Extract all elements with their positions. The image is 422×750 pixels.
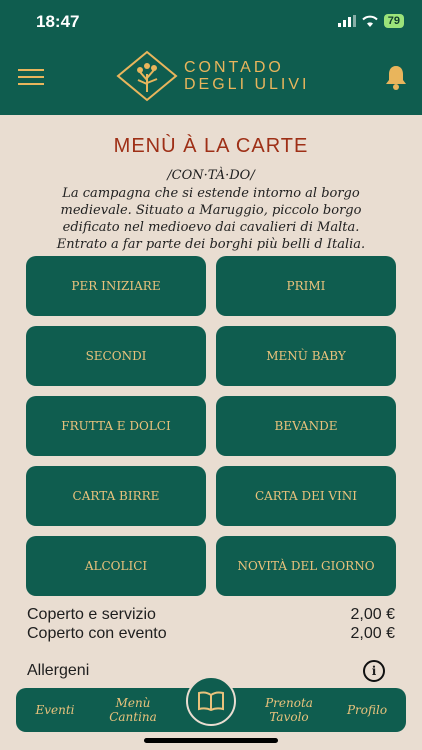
price-row: Coperto con evento 2,00 € bbox=[27, 625, 395, 643]
tab-prenota-tavolo[interactable]: Prenota Tavolo bbox=[252, 688, 326, 732]
main-content: MENÙ À LA CARTE /CON·TÀ·DO/ La campagna … bbox=[0, 115, 422, 750]
menu-button-per-iniziare[interactable]: PER INIZIARE bbox=[26, 256, 206, 316]
description: La campagna che si estende intorno al bo… bbox=[56, 186, 366, 252]
wifi-icon bbox=[362, 15, 378, 27]
book-icon bbox=[198, 691, 224, 711]
price-row: Coperto e servizio 2,00 € bbox=[27, 606, 395, 624]
page-title: MENÙ À LA CARTE bbox=[113, 135, 309, 157]
bell-icon[interactable] bbox=[384, 64, 408, 90]
menu-button-carta-dei-vini[interactable]: CARTA DEI VINI bbox=[216, 466, 396, 526]
menu-button-secondi[interactable]: SECONDI bbox=[26, 326, 206, 386]
home-indicator bbox=[144, 738, 278, 743]
menu-button-frutta-e-dolci[interactable]: FRUTTA E DOLCI bbox=[26, 396, 206, 456]
status-icons: 79 bbox=[337, 14, 404, 28]
price-value: 2,00 € bbox=[350, 625, 395, 642]
signal-icon bbox=[337, 15, 356, 27]
menu-button-bevande[interactable]: BEVANDE bbox=[216, 396, 396, 456]
menu-grid: PER INIZIARE PRIMI SECONDI MENÙ BABY FRU… bbox=[26, 256, 396, 596]
allergeni-label: Allergeni bbox=[27, 662, 90, 679]
tab-eventi[interactable]: Eventi bbox=[26, 688, 84, 732]
center-menu-button[interactable] bbox=[186, 676, 236, 726]
tab-profilo[interactable]: Profilo bbox=[336, 688, 398, 732]
info-icon[interactable]: i bbox=[363, 660, 385, 682]
battery-badge: 79 bbox=[383, 14, 404, 28]
menu-button-menu-baby[interactable]: MENÙ BABY bbox=[216, 326, 396, 386]
pronunciation: /CON·TÀ·DO/ bbox=[167, 168, 255, 183]
olive-tree-logo-icon bbox=[116, 50, 178, 102]
menu-hamburger-icon[interactable] bbox=[18, 69, 44, 85]
logo-line1: CONTADO bbox=[184, 59, 284, 76]
logo: CONTADO DEGLI ULIVI bbox=[116, 50, 309, 102]
menu-button-carta-birre[interactable]: CARTA BIRRE bbox=[26, 466, 206, 526]
logo-line2: DEGLI ULIVI bbox=[184, 76, 310, 93]
price-value: 2,00 € bbox=[350, 606, 395, 623]
price-label: Coperto e servizio bbox=[27, 606, 156, 623]
status-time: 18:47 bbox=[36, 12, 80, 31]
price-label: Coperto con evento bbox=[27, 625, 167, 642]
tab-menu-cantina[interactable]: Menù Cantina bbox=[96, 688, 170, 732]
menu-button-alcolici[interactable]: ALCOLICI bbox=[26, 536, 206, 596]
menu-button-primi[interactable]: PRIMI bbox=[216, 256, 396, 316]
app-header: 18:47 79 CONTADO DEGLI ULIVI bbox=[0, 0, 422, 115]
menu-button-novita-del-giorno[interactable]: NOVITÀ DEL GIORNO bbox=[216, 536, 396, 596]
